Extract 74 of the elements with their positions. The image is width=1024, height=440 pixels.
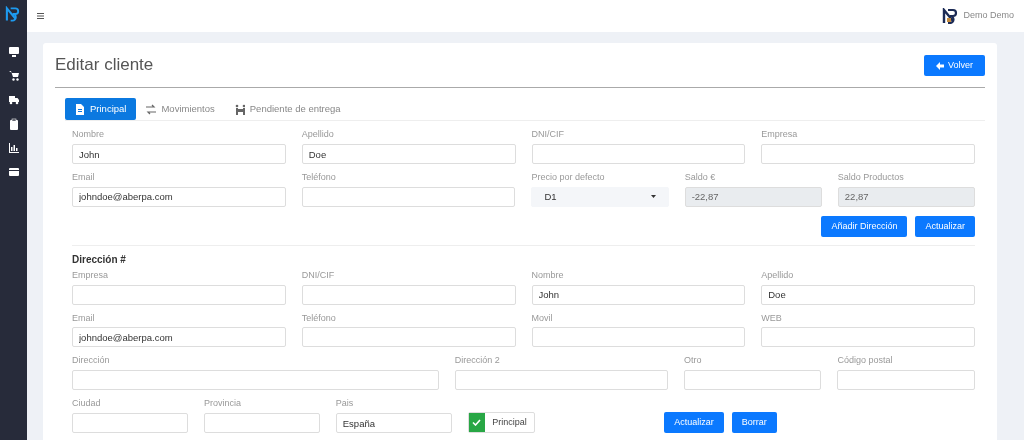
input-field[interactable]: Doe — [761, 284, 975, 305]
input-field[interactable] — [72, 284, 286, 305]
tab[interactable]: Principal — [65, 98, 137, 121]
check-icon — [472, 419, 482, 427]
input-field[interactable] — [761, 327, 975, 348]
field-label: Movil — [531, 312, 554, 324]
field-label: Ciudad — [72, 398, 102, 410]
field-label: Apellido — [761, 269, 795, 281]
input-field[interactable] — [837, 370, 975, 391]
cart-icon[interactable] — [8, 70, 19, 83]
user-name[interactable]: Demo Demo — [963, 9, 1014, 23]
caret-icon — [650, 195, 656, 199]
field-label: Pais — [335, 398, 355, 410]
update-button[interactable]: Actualizar — [664, 412, 724, 434]
input-field[interactable]: 22,87 — [837, 186, 975, 207]
input-field[interactable] — [301, 284, 516, 305]
input-field[interactable] — [683, 370, 822, 391]
field-label: Email — [72, 312, 96, 324]
input-field[interactable]: España — [335, 413, 452, 434]
input-field[interactable] — [301, 186, 516, 207]
field-label: Apellido — [301, 129, 335, 141]
field-label: Email — [72, 172, 96, 183]
input-field[interactable]: johndoe@aberpa.com — [72, 186, 286, 207]
input-field[interactable] — [72, 370, 439, 391]
swap-arrows-icon — [146, 103, 157, 115]
input-field[interactable]: John — [531, 284, 746, 305]
principal-checkbox[interactable]: Principal — [467, 412, 535, 434]
input-field[interactable] — [531, 144, 746, 165]
document-icon — [75, 103, 85, 115]
menu-icon[interactable] — [37, 13, 44, 19]
tab[interactable]: Movimientos — [136, 98, 225, 121]
field-label: Empresa — [761, 129, 799, 141]
field-label: WEB — [761, 312, 783, 324]
field-label: Dirección — [72, 355, 111, 367]
field-label: Precio por defecto — [531, 172, 606, 183]
tab[interactable]: Pendiente de entrega — [224, 98, 351, 121]
back-button[interactable]: Volver — [924, 55, 985, 76]
input-field[interactable] — [761, 144, 975, 165]
field-label: Teléfono — [301, 172, 337, 183]
field-label: Nombre — [72, 129, 105, 141]
section-heading: Dirección # — [72, 253, 127, 266]
input-field[interactable]: Doe — [301, 144, 516, 165]
input-field[interactable] — [72, 413, 188, 434]
select-field[interactable]: D1 — [531, 186, 669, 207]
input-field[interactable]: John — [72, 144, 286, 165]
field-label: Otro — [683, 355, 703, 367]
truck-icon[interactable] — [8, 94, 19, 107]
field-label: Código postal — [837, 355, 894, 367]
field-label: Teléfono — [301, 312, 337, 324]
update-button[interactable]: Actualizar — [915, 215, 975, 237]
chart-icon[interactable] — [8, 142, 19, 155]
field-label: Saldo Productos — [837, 172, 905, 183]
logo-icon[interactable] — [5, 6, 21, 23]
field-label: Dirección 2 — [454, 355, 501, 367]
field-label: DNI/CIF — [531, 129, 565, 141]
input-field[interactable] — [531, 327, 746, 348]
input-field[interactable] — [301, 327, 516, 348]
field-label: Provincia — [203, 398, 242, 410]
page-title: Editar cliente — [55, 55, 154, 76]
wallet-icon[interactable] — [8, 166, 19, 179]
field-label: Nombre — [531, 269, 565, 281]
field-label: Saldo € — [684, 172, 717, 183]
input-field[interactable] — [203, 413, 320, 434]
arrow-icon — [936, 61, 944, 70]
field-label: Empresa — [72, 269, 109, 281]
logo-icon — [942, 8, 960, 24]
clipboard-icon[interactable] — [8, 118, 19, 131]
field-label: DNI/CIF — [301, 269, 336, 281]
add-address-button[interactable]: Añadir Dirección — [821, 215, 908, 237]
delete-button[interactable]: Borrar — [731, 412, 777, 434]
input-field[interactable]: johndoe@aberpa.com — [72, 327, 286, 348]
input-field[interactable] — [454, 370, 668, 391]
monitor-icon[interactable] — [8, 46, 19, 59]
input-field[interactable]: -22,87 — [684, 186, 822, 207]
